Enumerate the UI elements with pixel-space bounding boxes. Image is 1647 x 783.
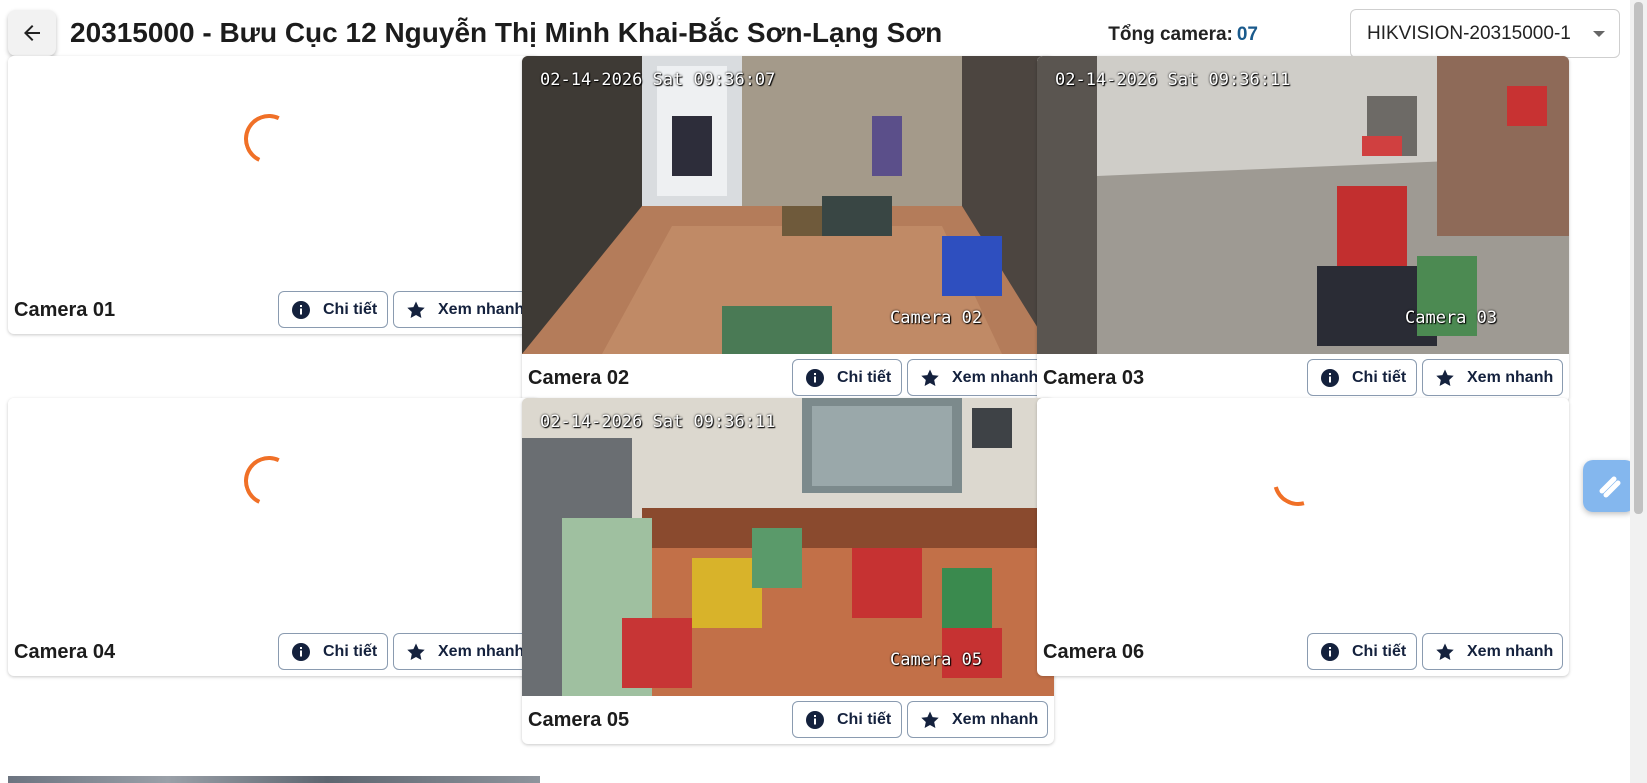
total-camera-value: 07 (1236, 24, 1258, 45)
camera-footer-03: Camera 03 Chi tiết Xem nhanh (1037, 354, 1569, 402)
quick-view-button-label: Xem nhanh (1467, 368, 1554, 386)
total-camera-count: Tổng camera: 07 (1108, 24, 1258, 46)
camera-card-02: 02-14-2026 Sat 09:36:07 Camera 02 Camera… (522, 56, 1054, 402)
camera-footer-01: Camera 01 Chi tiết Xem nhanh (8, 286, 540, 334)
arrow-left-icon (24, 25, 40, 41)
camera-footer-05: Camera 05 Chi tiết Xem nhanh (522, 696, 1054, 744)
star-icon (406, 300, 426, 320)
detail-button-label: Chi tiết (837, 368, 892, 386)
camera-feed-05[interactable]: 02-14-2026 Sat 09:36:11 Camera 05 (522, 398, 1054, 696)
camera-feed-03[interactable]: 02-14-2026 Sat 09:36:11 Camera 03 (1037, 56, 1569, 354)
star-icon (920, 710, 940, 730)
camera-label: Camera 06 (1043, 640, 1145, 663)
quick-view-button-label: Xem nhanh (438, 300, 525, 318)
detail-button[interactable]: Chi tiết (792, 359, 902, 396)
detail-button[interactable]: Chi tiết (278, 291, 388, 328)
camera-card-04: Camera 04 Chi tiết Xem nhanh (8, 398, 540, 676)
vertical-scrollbar[interactable] (1630, 0, 1647, 783)
camera-label: Camera 05 (528, 708, 630, 731)
detail-button-label: Chi tiết (323, 300, 378, 318)
quick-view-button[interactable]: Xem nhanh (393, 633, 534, 670)
detail-button[interactable]: Chi tiết (1307, 359, 1417, 396)
info-icon (291, 642, 311, 662)
device-select[interactable]: HIKVISION-20315000-1 (1350, 9, 1620, 58)
camera-label: Camera 03 (1043, 366, 1145, 389)
info-icon (1320, 642, 1340, 662)
chevron-down-icon (1593, 31, 1605, 37)
camera-card-03: 02-14-2026 Sat 09:36:11 Camera 03 Camera… (1037, 56, 1569, 402)
device-select-value: HIKVISION-20315000-1 (1367, 22, 1571, 44)
camera-footer-02: Camera 02 Chi tiết Xem nhanh (522, 354, 1054, 402)
scrollbar-thumb[interactable] (1634, 2, 1643, 514)
camera-overlay-name: Camera 05 (890, 650, 983, 670)
quick-view-button[interactable]: Xem nhanh (393, 291, 534, 328)
star-icon (1435, 642, 1455, 662)
info-icon (805, 710, 825, 730)
back-button[interactable] (8, 10, 56, 56)
info-icon (805, 368, 825, 388)
star-icon (920, 368, 940, 388)
info-icon (1320, 368, 1340, 388)
detail-button-label: Chi tiết (1352, 368, 1407, 386)
slash-logo-icon (1599, 476, 1621, 498)
camera-overlay-name: Camera 03 (1405, 308, 1498, 328)
camera-card-06: Camera 06 Chi tiết Xem nhanh (1037, 398, 1569, 676)
detail-button[interactable]: Chi tiết (792, 701, 902, 738)
camera-footer-04: Camera 04 Chi tiết Xem nhanh (8, 628, 540, 676)
camera-timestamp: 02-14-2026 Sat 09:36:11 (540, 412, 776, 432)
camera-timestamp: 02-14-2026 Sat 09:36:07 (540, 70, 776, 90)
detail-button[interactable]: Chi tiết (278, 633, 388, 670)
quick-view-button[interactable]: Xem nhanh (1422, 633, 1563, 670)
camera-feed-06[interactable] (1037, 398, 1569, 628)
total-camera-label: Tổng camera: (1108, 24, 1233, 45)
quick-view-button-label: Xem nhanh (952, 368, 1039, 386)
quick-view-button-label: Xem nhanh (438, 642, 525, 660)
floating-assistant-button[interactable] (1583, 460, 1635, 512)
quick-view-button[interactable]: Xem nhanh (907, 359, 1048, 396)
camera-label: Camera 02 (528, 366, 630, 389)
camera-grid-page: 20315000 - Bưu Cục 12 Nguyễn Thị Minh Kh… (0, 0, 1647, 783)
camera-label: Camera 01 (14, 298, 116, 321)
quick-view-button[interactable]: Xem nhanh (907, 701, 1048, 738)
loading-spinner-icon (236, 448, 302, 514)
camera-card-05: 02-14-2026 Sat 09:36:11 Camera 05 Camera… (522, 398, 1054, 744)
page-title: 20315000 - Bưu Cục 12 Nguyễn Thị Minh Kh… (70, 17, 943, 48)
camera-feed-04[interactable] (8, 398, 540, 628)
camera-feed-02[interactable]: 02-14-2026 Sat 09:36:07 Camera 02 (522, 56, 1054, 354)
camera-footer-06: Camera 06 Chi tiết Xem nhanh (1037, 628, 1569, 676)
camera-card-01: Camera 01 Chi tiết Xem nhanh (8, 56, 540, 334)
camera-feed-01[interactable] (8, 56, 540, 286)
loading-spinner-icon (236, 106, 302, 172)
loading-spinner-icon (1263, 446, 1333, 516)
info-icon (291, 300, 311, 320)
detail-button-label: Chi tiết (1352, 642, 1407, 660)
detail-button[interactable]: Chi tiết (1307, 633, 1417, 670)
camera-overlay-name: Camera 02 (890, 308, 983, 328)
detail-button-label: Chi tiết (323, 642, 378, 660)
quick-view-button-label: Xem nhanh (1467, 642, 1554, 660)
star-icon (406, 642, 426, 662)
camera-label: Camera 04 (14, 640, 116, 663)
quick-view-button-label: Xem nhanh (952, 710, 1039, 728)
next-row-camera-preview[interactable] (8, 776, 540, 783)
page-header: 20315000 - Bưu Cục 12 Nguyễn Thị Minh Kh… (0, 0, 1630, 58)
star-icon (1435, 368, 1455, 388)
detail-button-label: Chi tiết (837, 710, 892, 728)
camera-timestamp: 02-14-2026 Sat 09:36:11 (1055, 70, 1291, 90)
quick-view-button[interactable]: Xem nhanh (1422, 359, 1563, 396)
